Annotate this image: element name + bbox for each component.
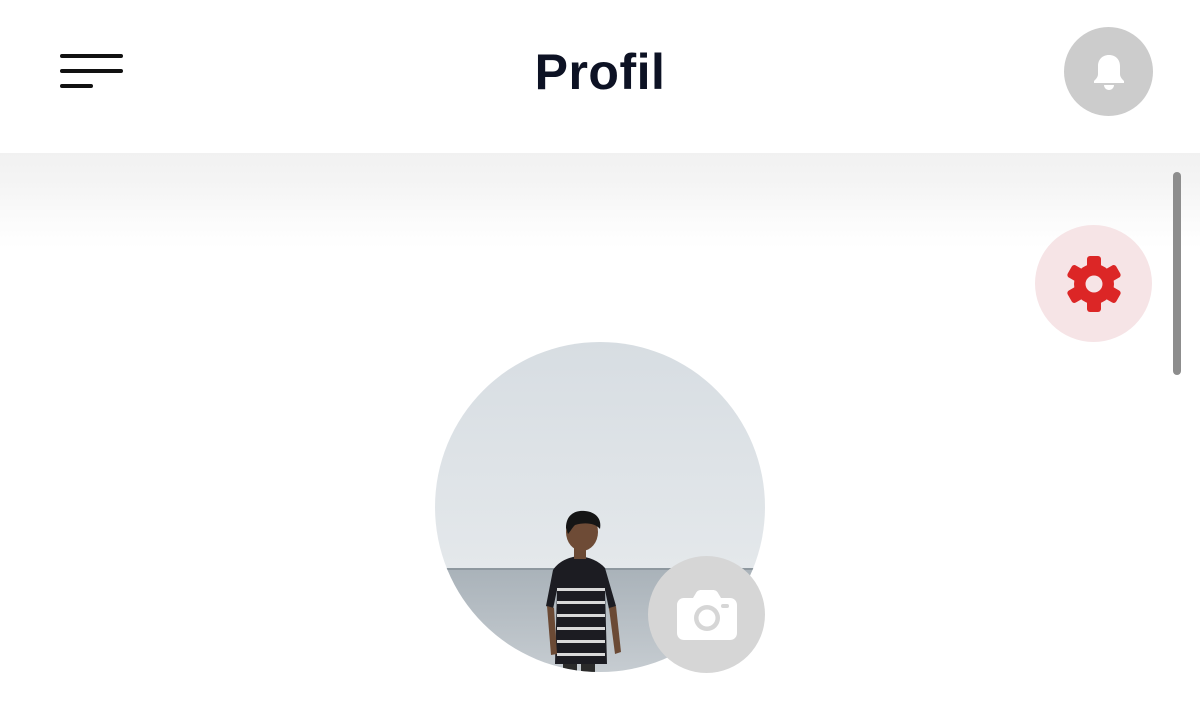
app-header: Profil	[0, 0, 1200, 153]
scrollbar[interactable]	[1173, 172, 1181, 375]
page-title: Profil	[534, 44, 666, 100]
settings-button[interactable]	[1035, 225, 1152, 342]
change-photo-button[interactable]	[648, 556, 765, 673]
camera-icon	[676, 589, 737, 640]
gear-icon	[1066, 255, 1121, 312]
profile-screen: Profil	[0, 0, 1200, 724]
bell-icon	[1093, 54, 1124, 90]
header-shadow	[0, 153, 1200, 248]
notification-button[interactable]	[1064, 27, 1153, 116]
